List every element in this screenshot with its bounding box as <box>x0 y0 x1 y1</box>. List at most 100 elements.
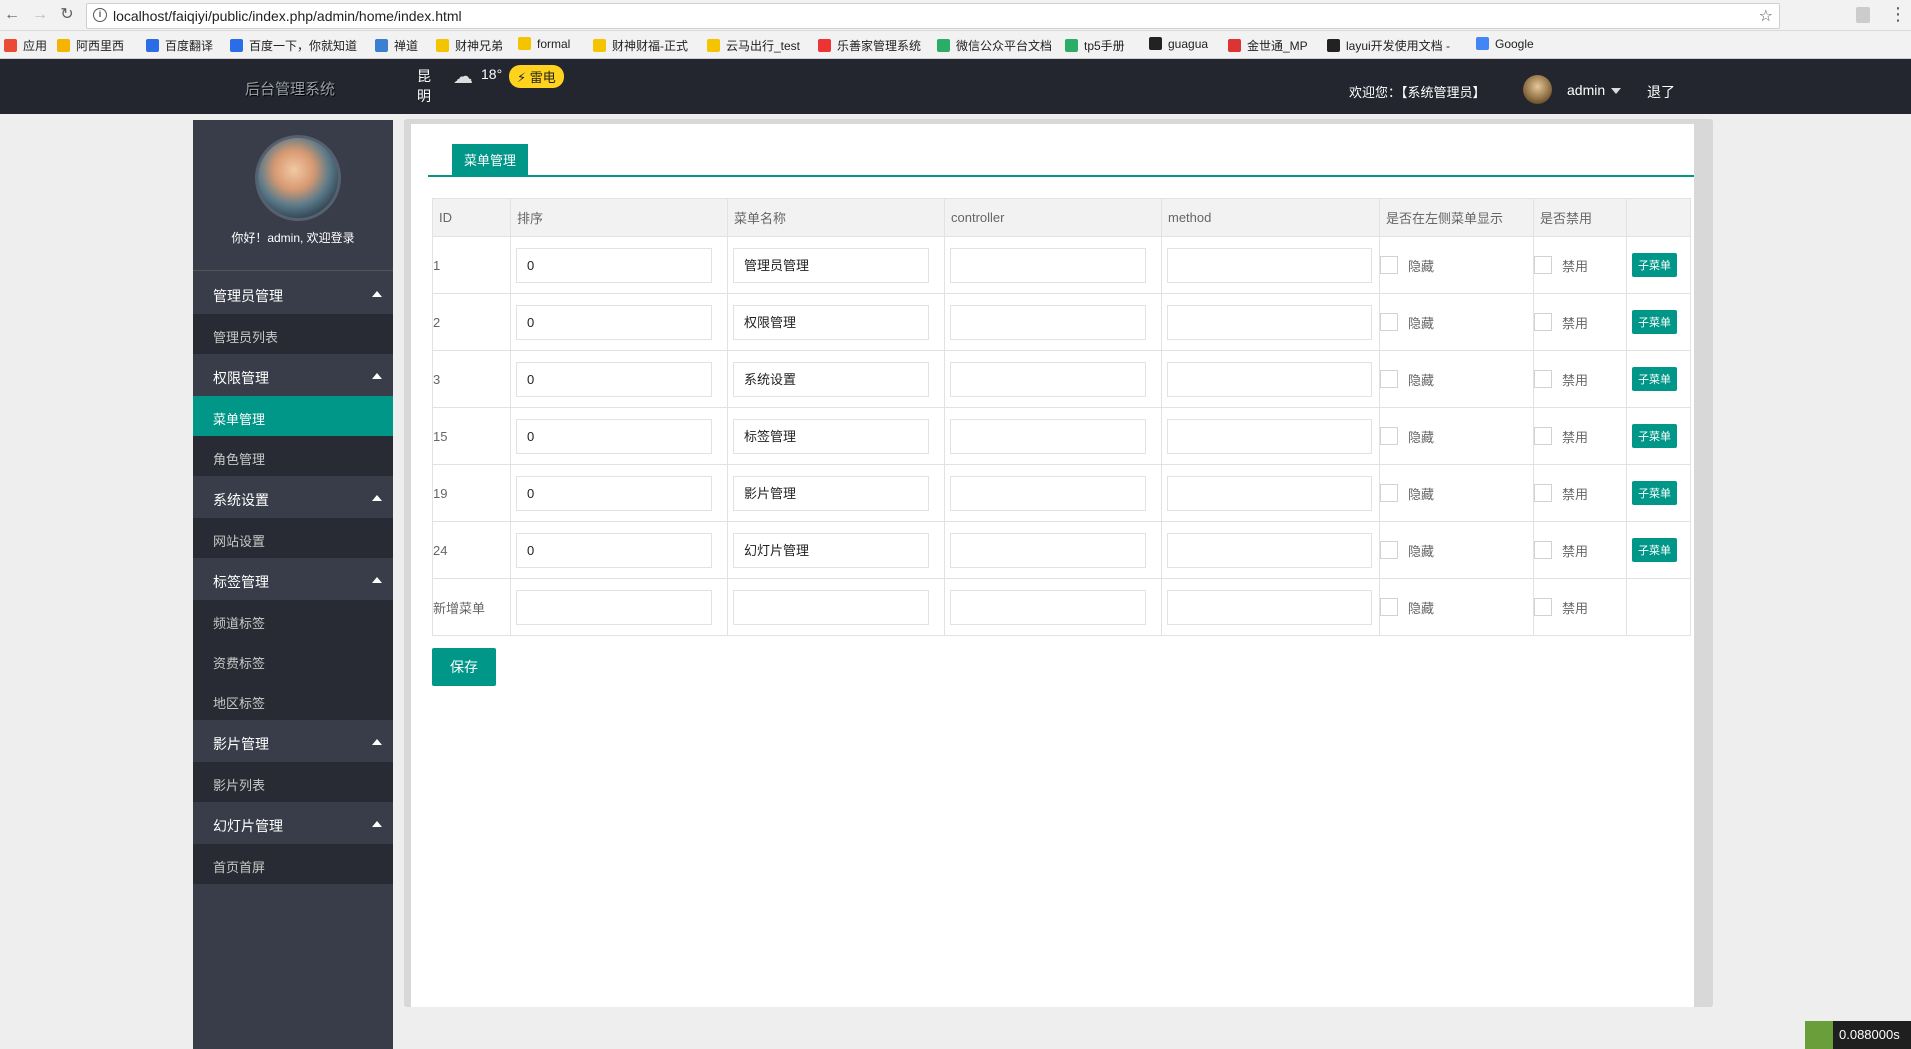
controller-input[interactable] <box>950 361 1146 397</box>
browser-menu-icon[interactable]: ⋮ <box>1889 5 1907 23</box>
hide-checkbox[interactable] <box>1380 540 1398 559</box>
new-method-input[interactable] <box>1167 589 1372 625</box>
sidebar-group[interactable]: 权限管理 <box>193 354 393 396</box>
method-input[interactable] <box>1167 304 1372 340</box>
hide-checkbox[interactable] <box>1380 312 1398 331</box>
bookmark-item[interactable]: Google <box>1476 37 1534 51</box>
app-logo[interactable]: 后台管理系统 <box>245 78 335 99</box>
extension-icon[interactable] <box>1856 7 1870 23</box>
bookmark-item[interactable]: 百度翻译 <box>146 37 213 54</box>
bookmark-item[interactable]: 阿西里西 <box>57 37 124 54</box>
sort-input[interactable]: 0 <box>516 247 712 283</box>
bookmark-item[interactable]: 乐善家管理系统 <box>818 37 921 54</box>
menu-name-input[interactable]: 幻灯片管理 <box>733 532 929 568</box>
sidebar-item[interactable]: 网站设置 <box>193 518 393 558</box>
hide-checkbox[interactable] <box>1380 255 1398 274</box>
bookmark-item[interactable]: guagua <box>1149 37 1208 51</box>
bookmark-item[interactable]: 云马出行_test <box>707 37 800 54</box>
bookmark-item[interactable]: 财神兄弟 <box>436 37 503 54</box>
tab-menu-management[interactable]: 菜单管理 <box>452 144 528 177</box>
controller-input[interactable] <box>950 304 1146 340</box>
controller-input[interactable] <box>950 247 1146 283</box>
disable-checkbox[interactable] <box>1534 426 1552 445</box>
info-icon[interactable]: i <box>93 8 107 22</box>
submenu-button[interactable]: 子菜单 <box>1632 253 1677 277</box>
sort-input[interactable]: 0 <box>516 304 712 340</box>
method-input[interactable] <box>1167 247 1372 283</box>
sidebar-item[interactable]: 角色管理 <box>193 436 393 476</box>
menu-name-input[interactable]: 权限管理 <box>733 304 929 340</box>
row-id: 19 <box>432 464 511 522</box>
menu-name-cell: 管理员管理 <box>727 236 945 294</box>
submenu-button[interactable]: 子菜单 <box>1632 424 1677 448</box>
sort-input[interactable]: 0 <box>516 475 712 511</box>
method-input[interactable] <box>1167 361 1372 397</box>
bookmark-item[interactable]: 财神财福-正式 <box>593 37 688 54</box>
disable-checkbox[interactable] <box>1534 312 1552 331</box>
new-disable-checkbox[interactable] <box>1534 597 1552 616</box>
hide-checkbox[interactable] <box>1380 483 1398 502</box>
method-input[interactable] <box>1167 532 1372 568</box>
submenu-button[interactable]: 子菜单 <box>1632 310 1677 334</box>
sidebar-item[interactable]: 首页首屏 <box>193 844 393 884</box>
hide-cell: 隐藏 <box>1379 464 1534 522</box>
bookmark-item[interactable]: layui开发使用文档 - <box>1327 37 1450 54</box>
bookmark-item[interactable]: formal <box>518 37 570 51</box>
sidebar-item[interactable]: 菜单管理 <box>193 396 393 436</box>
bookmark-star-icon[interactable]: ☆ <box>1759 6 1773 26</box>
submenu-button[interactable]: 子菜单 <box>1632 538 1677 562</box>
logout-link[interactable]: 退了 <box>1647 82 1675 102</box>
sidebar-item[interactable]: 管理员列表 <box>193 314 393 354</box>
chevron-down-icon[interactable] <box>1611 88 1621 94</box>
save-button[interactable]: 保存 <box>432 648 496 686</box>
bookmark-item[interactable]: 微信公众平台文档 <box>937 37 1052 54</box>
new-hide-checkbox[interactable] <box>1380 597 1398 616</box>
sort-input[interactable]: 0 <box>516 361 712 397</box>
back-icon[interactable]: ← <box>2 5 22 25</box>
sort-input[interactable]: 0 <box>516 532 712 568</box>
disable-checkbox[interactable] <box>1534 540 1552 559</box>
menu-name-input[interactable]: 系统设置 <box>733 361 929 397</box>
method-cell <box>1161 464 1380 522</box>
reload-icon[interactable]: ↻ <box>57 5 77 25</box>
new-menu-name-input[interactable] <box>733 589 929 625</box>
controller-input[interactable] <box>950 418 1146 454</box>
sidebar-group[interactable]: 幻灯片管理 <box>193 802 393 844</box>
bookmark-item[interactable]: 百度一下，你就知道 <box>230 37 357 54</box>
sort-input[interactable]: 0 <box>516 418 712 454</box>
new-sort-input[interactable] <box>516 589 712 625</box>
hide-checkbox[interactable] <box>1380 426 1398 445</box>
hide-label: 隐藏 <box>1408 486 1435 502</box>
menu-name-input[interactable]: 管理员管理 <box>733 247 929 283</box>
disable-checkbox[interactable] <box>1534 369 1552 388</box>
sidebar-group[interactable]: 影片管理 <box>193 720 393 762</box>
method-input[interactable] <box>1167 418 1372 454</box>
sidebar-group[interactable]: 系统设置 <box>193 476 393 518</box>
submenu-button[interactable]: 子菜单 <box>1632 367 1677 391</box>
sidebar-item[interactable]: 资费标签 <box>193 640 393 680</box>
sidebar-item[interactable]: 频道标签 <box>193 600 393 640</box>
disable-checkbox[interactable] <box>1534 255 1552 274</box>
submenu-button[interactable]: 子菜单 <box>1632 481 1677 505</box>
url-field[interactable]: i localhost/faiqiyi/public/index.php/adm… <box>86 3 1780 29</box>
bookmark-item[interactable]: 金世通_MP <box>1228 37 1308 54</box>
sidebar-item[interactable]: 地区标签 <box>193 680 393 720</box>
bookmark-item[interactable]: 应用 <box>4 37 47 54</box>
controller-input[interactable] <box>950 475 1146 511</box>
user-menu[interactable]: admin <box>1567 82 1605 98</box>
disable-checkbox[interactable] <box>1534 483 1552 502</box>
user-avatar[interactable] <box>1523 75 1552 104</box>
controller-input[interactable] <box>950 532 1146 568</box>
hide-checkbox[interactable] <box>1380 369 1398 388</box>
sidebar-group[interactable]: 管理员管理 <box>193 272 393 314</box>
sidebar-item[interactable]: 影片列表 <box>193 762 393 802</box>
sidebar-group[interactable]: 标签管理 <box>193 558 393 600</box>
bookmark-item[interactable]: 禅道 <box>375 37 418 54</box>
bookmark-item[interactable]: tp5手册 <box>1065 37 1125 54</box>
menu-name-input[interactable]: 影片管理 <box>733 475 929 511</box>
forward-icon[interactable]: → <box>30 5 50 25</box>
new-controller-input[interactable] <box>950 589 1146 625</box>
menu-name-input[interactable]: 标签管理 <box>733 418 929 454</box>
bookmark-label: Google <box>1495 37 1534 51</box>
method-input[interactable] <box>1167 475 1372 511</box>
